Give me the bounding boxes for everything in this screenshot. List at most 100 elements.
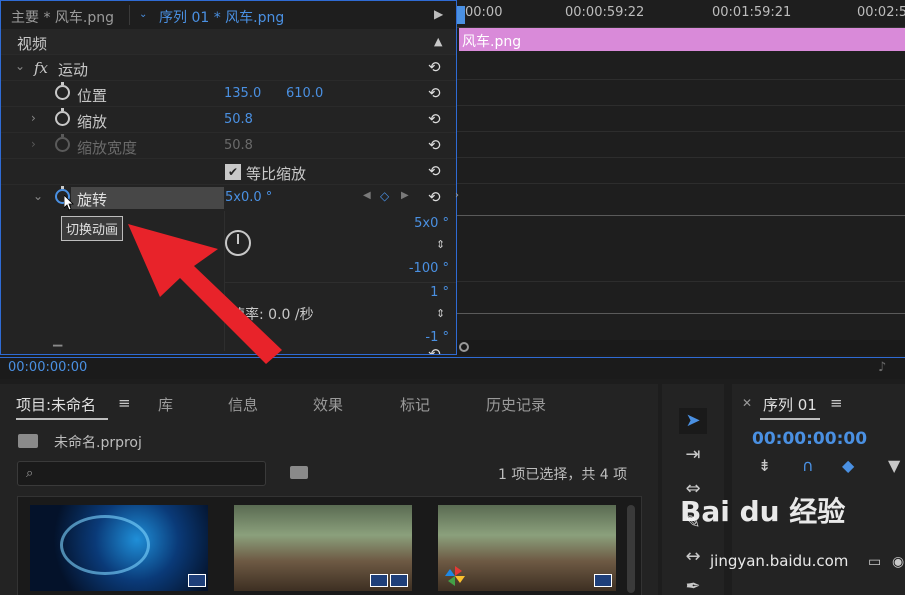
project-file-name: 未命名.prproj [54, 435, 142, 451]
motion-row: ⌄ fx 运动 ⟲ [1, 55, 456, 81]
chevron-right-icon[interactable]: › [31, 111, 36, 125]
search-icon: ⌕ [26, 466, 34, 481]
status-bar: 00:00:00:00 ♪ [0, 357, 905, 379]
eye-icon[interactable]: ◉ [892, 554, 904, 570]
position-label: 位置 [77, 87, 108, 105]
ruler-timecode: 00:00 [465, 5, 503, 20]
track-line [457, 131, 905, 132]
reset-icon[interactable]: ⟲ [428, 58, 441, 76]
active-tab-indicator [16, 418, 108, 420]
graph-separator [225, 282, 456, 283]
tab-master-clip[interactable]: 主要 * 风车.png [11, 7, 114, 27]
selection-info: 1 项已选择，共 4 项 [498, 467, 628, 483]
stopwatch-icon[interactable] [55, 108, 70, 126]
position-row: 位置 135.0 610.0 ⟲ [1, 81, 456, 107]
pen-tool-icon[interactable]: ✒ [679, 574, 707, 595]
add-keyframe-icon[interactable]: ◇ [380, 189, 389, 203]
chevron-down-icon[interactable]: ⌄ [139, 9, 147, 20]
add-marker-icon[interactable]: ▼ [888, 456, 900, 475]
position-x-value[interactable]: 135.0 [224, 86, 261, 101]
tab-project[interactable]: 项目:未命名 [16, 394, 96, 415]
sequence-tab-title[interactable]: 序列 01 [763, 394, 817, 415]
clip-bar[interactable]: 风车.png [459, 28, 905, 51]
reset-icon[interactable]: ⟲ [428, 162, 441, 180]
baidu-watermark-url: jingyan.baidu.com [710, 552, 849, 570]
video-header-label: 视频 [17, 35, 48, 53]
tab-separator [129, 5, 130, 25]
velocity-min-value: -1 ° [425, 330, 449, 345]
uniform-scale-row: ✔ 等比缩放 ⟲ [1, 159, 456, 185]
chevron-right-icon: › [31, 137, 36, 151]
toggle-animation-tooltip: 切换动画 [61, 216, 124, 241]
media-thumbnail[interactable] [438, 505, 616, 591]
audio-export-icon[interactable]: ♪ [878, 360, 886, 375]
panel-menu-icon[interactable]: ≡ [830, 394, 843, 412]
sequence-timecode[interactable]: 00:00:00:00 [752, 429, 867, 449]
fx-icon[interactable]: fx [34, 59, 48, 77]
track-line [457, 281, 905, 282]
close-icon[interactable]: ✕ [742, 396, 752, 410]
scale-row: › 缩放 50.8 ⟲ [1, 107, 456, 133]
grid-scrollbar[interactable] [627, 505, 635, 593]
play-arrow-icon[interactable]: ▶ [434, 7, 443, 21]
linked-selection-icon[interactable]: ◆ [842, 456, 854, 475]
rotation-value[interactable]: 5x0.0 ° [225, 190, 272, 205]
scale-value[interactable]: 50.8 [224, 112, 253, 127]
scale-width-value: 50.8 [224, 138, 253, 153]
snap-magnet-icon[interactable]: ∩ [802, 456, 814, 475]
audio-badge-icon [390, 574, 408, 587]
speed-label: 速率: 0.0 /秒 [231, 307, 314, 323]
reset-icon[interactable]: ⟲ [428, 84, 441, 102]
reset-icon[interactable]: ⟲ [428, 188, 441, 206]
sequence-badge-icon [594, 574, 612, 587]
find-bin-icon[interactable] [290, 466, 308, 479]
graph-max-value: 5x0 ° [414, 216, 449, 231]
velocity-range-stepper-icon[interactable]: ⇕ [436, 307, 445, 320]
track-select-tool-icon[interactable]: ⇥ [679, 442, 707, 468]
chevron-down-icon[interactable]: ⌄ [33, 189, 43, 203]
media-thumbnail[interactable] [30, 505, 208, 591]
tab-info[interactable]: 信息 [228, 394, 258, 415]
tab-library[interactable]: 库 [158, 394, 173, 415]
ruler-timecode: 00:02:5 [857, 5, 905, 20]
video-header-row: 视频 ▲ [1, 29, 456, 55]
zoom-handle[interactable] [459, 342, 469, 352]
effect-controls-panel: 主要 * 风车.png ⌄ 序列 01 * 风车.png ▶ 视频 ▲ ⌄ fx… [0, 0, 456, 355]
chevron-down-icon[interactable]: ⌄ [15, 59, 25, 73]
stopwatch-icon[interactable] [55, 82, 70, 100]
timeline-ruler[interactable]: 00:00 00:00:59:22 00:01:59:21 00:02:5 [457, 0, 905, 28]
velocity-line [457, 313, 905, 314]
search-input[interactable]: ⌕ [17, 461, 266, 486]
track-output-icon[interactable]: ▭ [868, 554, 881, 570]
uniform-scale-label: 等比缩放 [246, 165, 307, 183]
position-y-value[interactable]: 610.0 [286, 86, 323, 101]
active-tab-indicator [760, 418, 820, 420]
collapse-up-icon[interactable]: ▲ [434, 35, 442, 48]
keyframe-marker-icon: › [455, 190, 459, 201]
media-thumbnail[interactable] [234, 505, 412, 591]
slip-tool-icon[interactable]: ↔ [679, 544, 707, 570]
tab-history[interactable]: 历史记录 [486, 394, 546, 415]
tab-sequence-clip[interactable]: 序列 01 * 风车.png [159, 7, 284, 27]
current-timecode[interactable]: 00:00:00:00 [8, 360, 87, 375]
uniform-scale-checkbox[interactable]: ✔ [225, 164, 241, 180]
selection-tool-icon[interactable]: ➤ [679, 408, 707, 434]
reset-icon[interactable]: ⟲ [428, 110, 441, 128]
timeline-scrollbar[interactable] [457, 340, 905, 355]
scale-label: 缩放 [77, 113, 108, 131]
reset-icon[interactable]: ⟲ [428, 345, 441, 354]
reset-icon[interactable]: ⟲ [428, 136, 441, 154]
effect-timeline: 00:00 00:00:59:22 00:01:59:21 00:02:5 风车… [455, 0, 905, 355]
graph-divider [224, 211, 225, 351]
rotation-dial[interactable] [225, 230, 251, 256]
next-keyframe-icon[interactable]: ▶ [401, 190, 409, 201]
insert-edit-icon[interactable]: ⇟ [758, 456, 771, 475]
project-panel: 项目:未命名 ≡ 库 信息 效果 标记 历史记录 未命名.prproj ⌕ 1 … [0, 384, 658, 595]
tab-effects[interactable]: 效果 [313, 394, 343, 415]
partial-row-icon: ▔ [53, 345, 63, 355]
tab-markers[interactable]: 标记 [400, 394, 430, 415]
previous-keyframe-icon[interactable]: ◀ [363, 190, 371, 201]
graph-range-stepper-icon[interactable]: ⇕ [436, 238, 445, 251]
panel-menu-icon[interactable]: ≡ [118, 394, 131, 412]
playhead[interactable] [457, 6, 465, 24]
